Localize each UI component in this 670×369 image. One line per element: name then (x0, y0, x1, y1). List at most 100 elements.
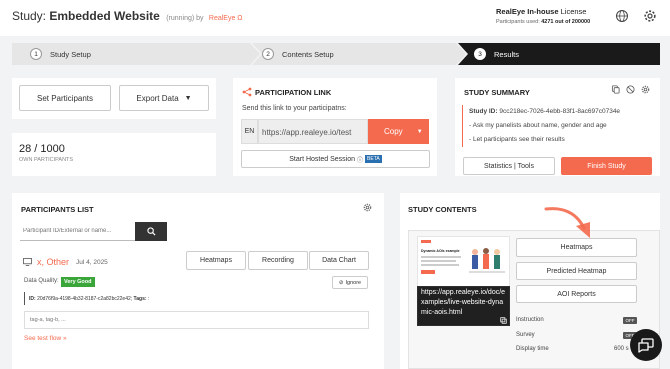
export-data-button[interactable]: Export Data ▼ (119, 85, 209, 111)
id-label: ID: (29, 296, 36, 302)
quality-badge: Very Good (61, 277, 95, 287)
desktop-icon (23, 258, 32, 266)
arrow-pointer-icon (544, 207, 590, 238)
ignore-button[interactable]: ⊘ Ignore (332, 276, 368, 289)
participant-search-input[interactable] (20, 222, 135, 241)
thumbnail-illustration (469, 248, 505, 273)
participants-used-value: 4271 out of 200000 (541, 19, 591, 25)
participants-list-title: PARTICIPANTS LIST (21, 205, 94, 214)
participant-name-link[interactable]: x, Other (37, 257, 69, 267)
see-test-flow-link[interactable]: See test flow » (24, 335, 67, 342)
finish-study-button[interactable]: Finish Study (561, 157, 652, 175)
button-label: Heatmaps (560, 244, 593, 251)
participant-data-chart-button[interactable]: Data Chart (309, 251, 369, 270)
button-label: Export Data (136, 93, 179, 103)
button-label: Predicted Heatmap (546, 267, 607, 275)
study-id-label: Study ID: (469, 108, 498, 115)
title-prefix: Study: (12, 9, 47, 23)
participants-list-card: PARTICIPANTS LIST x, Other Jul 4, 2025 H… (12, 193, 384, 369)
participation-url-field[interactable]: https://app.realeye.io/test (258, 119, 368, 144)
search-icon (146, 227, 156, 236)
study-summary-card: STUDY SUMMARY Study ID: 9cc218ec-7026-4e… (455, 78, 660, 176)
participant-heatmaps-button[interactable]: Heatmaps (186, 251, 246, 270)
study-id-line: Study ID: 9cc218ec-7026-4ebb-83f1-8ac697… (469, 108, 620, 115)
statistics-tools-button[interactable]: Statistics | Tools (463, 157, 555, 175)
participant-recording-button[interactable]: Recording (248, 251, 308, 270)
ignore-icon: ⊘ (338, 279, 344, 286)
study-id-value: 9cc218ec-7026-4ebb-83f1-8ac697c0734e (499, 108, 621, 115)
step-label: Results (494, 49, 520, 59)
participant-date: Jul 4, 2025 (76, 259, 108, 266)
summary-note: - Let participants see their results (469, 136, 565, 143)
set-participants-button[interactable]: Set Participants (19, 85, 111, 111)
display-time-value: 600 s (614, 346, 629, 352)
instruction-toggle[interactable]: OFF (623, 317, 637, 324)
brand-link[interactable]: RealEye Ω (209, 15, 243, 22)
caret-down-icon: ▼ (184, 94, 192, 102)
participants-count-label: OWN PARTICIPANTS (19, 157, 74, 163)
stop-icon[interactable] (626, 85, 635, 94)
search-button[interactable] (135, 222, 167, 241)
share-icon (242, 87, 252, 97)
button-label: Data Chart (322, 257, 356, 264)
predicted-heatmap-button[interactable]: Predicted Heatmap (516, 262, 637, 280)
caret-down-icon: ▼ (416, 128, 423, 135)
button-label: Start Hosted Session (289, 155, 356, 163)
step-number: 3 (474, 48, 486, 60)
step-number: 1 (30, 48, 42, 60)
help-icon: ⓘ (357, 157, 364, 164)
chat-button[interactable] (630, 329, 662, 361)
tags-value: : (147, 296, 150, 302)
button-label: Statistics | Tools (484, 162, 534, 170)
id-value: 20d76f9a-4198-4b32-8187-c2a82bc22e42; (37, 296, 133, 302)
step-study-setup[interactable]: 1 Study Setup (30, 43, 91, 65)
summary-title: STUDY SUMMARY (464, 88, 530, 97)
thumbnail-heading: Dynamic AOIs example (421, 249, 460, 253)
thumbnail-logo (421, 240, 431, 243)
thumbnail-line (421, 260, 456, 262)
instruction-label: Instruction (516, 317, 544, 323)
thumbnail-cta (421, 270, 435, 274)
step-contents-setup[interactable]: 2 Contents Setup (262, 43, 334, 65)
copy-icon[interactable] (611, 85, 620, 94)
tags-label: Tags: (133, 296, 147, 302)
thumbnail-line (421, 256, 461, 258)
content-url-tooltip: https://app.realeye.io/doc/examples/live… (417, 286, 510, 326)
button-label: AOI Reports (557, 290, 596, 298)
thumbnail-line (421, 264, 459, 266)
study-name: Embedded Website (49, 9, 160, 23)
gear-icon[interactable] (363, 203, 372, 212)
participants-used: Participants used: 4271 out of 200000 (496, 19, 590, 25)
globe-icon[interactable] (615, 9, 629, 23)
step-label: Study Setup (50, 49, 91, 59)
content-heatmaps-button[interactable]: Heatmaps (516, 238, 637, 257)
settings-icon[interactable] (641, 85, 650, 94)
button-label: Ignore (345, 279, 362, 286)
top-header: Study: Embedded Website (running) by Rea… (0, 0, 670, 36)
participation-title: PARTICIPATION LINK (255, 88, 332, 97)
gear-icon[interactable] (643, 9, 657, 23)
participation-link-card: PARTICIPATION LINK Send this link to you… (233, 78, 437, 176)
survey-label: Survey (516, 332, 535, 338)
participants-used-label: Participants used: (496, 19, 540, 25)
license-suffix: License (560, 7, 587, 16)
step-results[interactable]: 3 Results (474, 43, 519, 65)
summary-accent-line (462, 105, 463, 147)
button-label: Recording (262, 257, 294, 264)
copy-icon[interactable] (500, 317, 507, 324)
aoi-reports-button[interactable]: AOI Reports (516, 285, 637, 303)
language-selector[interactable]: EN (241, 119, 258, 144)
study-status: (running) by (166, 15, 204, 22)
button-label: Copy (384, 127, 403, 136)
license-info: RealEye In-house License (496, 7, 586, 16)
participant-id-line: ID: 20d76f9a-4198-4b32-8187-c2a82bc22e42… (29, 296, 149, 302)
display-time-label: Display time (516, 346, 549, 352)
tags-input[interactable] (24, 311, 369, 329)
license-name: RealEye In-house (496, 7, 559, 16)
start-hosted-session-button[interactable]: Start Hosted Session ⓘ BETA (241, 150, 430, 168)
copy-button[interactable]: Copy ▼ (368, 119, 429, 144)
step-label: Contents Setup (282, 49, 334, 59)
participation-subtitle: Send this link to your participatns: (242, 105, 347, 112)
study-contents-card: STUDY CONTENTS Dynamic AOIs example http… (400, 193, 660, 369)
page-title: Study: Embedded Website (running) by Rea… (12, 9, 243, 23)
